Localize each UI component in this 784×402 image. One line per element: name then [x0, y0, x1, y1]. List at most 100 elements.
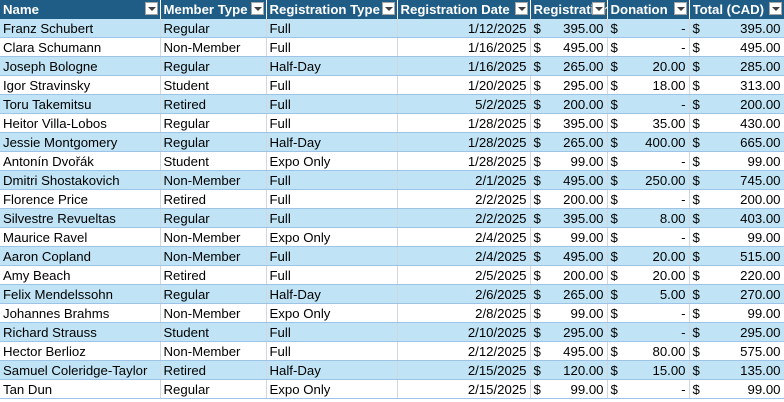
cell-registration-date[interactable]: 5/2/2025 [397, 94, 531, 114]
cell-registration-date[interactable]: 2/1/2025 [397, 170, 531, 190]
header-member-type[interactable]: Member Type [160, 0, 267, 19]
cell-donation[interactable]: $20.00 [607, 56, 690, 76]
cell-name[interactable]: Igor Stravinsky [0, 75, 161, 95]
cell-name[interactable]: Toru Takemitsu [0, 94, 161, 114]
cell-registration-type[interactable]: Half-Day [266, 284, 398, 304]
cell-name[interactable]: Clara Schumann [0, 37, 161, 57]
cell-donation[interactable]: $400.00 [607, 132, 690, 152]
cell-donation[interactable]: $250.00 [607, 170, 690, 190]
cell-donation[interactable]: $ - [607, 19, 690, 38]
cell-registration-date[interactable]: 1/20/2025 [397, 75, 531, 95]
cell-name[interactable]: Maurice Ravel [0, 227, 161, 247]
cell-donation[interactable]: $80.00 [607, 341, 690, 361]
header-name[interactable]: Name [0, 0, 161, 19]
cell-registration-date[interactable]: 1/12/2025 [397, 19, 531, 38]
cell-registration-date[interactable]: 2/15/2025 [397, 379, 531, 399]
cell-registration-type[interactable]: Full [266, 113, 398, 133]
filter-dropdown-icon[interactable] [514, 2, 528, 15]
cell-registration-fee[interactable]: $200.00 [530, 265, 608, 285]
cell-total[interactable]: $220.00 [689, 265, 784, 285]
cell-donation[interactable]: $ - [607, 189, 690, 209]
filter-dropdown-icon[interactable] [673, 2, 687, 15]
cell-member-type[interactable]: Non-Member [160, 303, 267, 323]
cell-member-type[interactable]: Regular [160, 284, 267, 304]
filter-dropdown-icon[interactable] [144, 2, 158, 15]
cell-registration-fee[interactable]: $495.00 [530, 170, 608, 190]
cell-registration-fee[interactable]: $295.00 [530, 322, 608, 342]
cell-registration-type[interactable]: Full [266, 37, 398, 57]
cell-donation[interactable]: $8.00 [607, 208, 690, 228]
cell-donation[interactable]: $ - [607, 94, 690, 114]
cell-registration-type[interactable]: Expo Only [266, 303, 398, 323]
cell-name[interactable]: Amy Beach [0, 265, 161, 285]
cell-name[interactable]: Jessie Montgomery [0, 132, 161, 152]
cell-registration-fee[interactable]: $495.00 [530, 246, 608, 266]
cell-registration-fee[interactable]: $265.00 [530, 132, 608, 152]
cell-registration-date[interactable]: 1/16/2025 [397, 56, 531, 76]
cell-registration-fee[interactable]: $395.00 [530, 19, 608, 38]
cell-total[interactable]: $99.00 [689, 151, 784, 171]
cell-total[interactable]: $313.00 [689, 75, 784, 95]
cell-registration-type[interactable]: Full [266, 265, 398, 285]
cell-registration-date[interactable]: 2/10/2025 [397, 322, 531, 342]
cell-donation[interactable]: $35.00 [607, 113, 690, 133]
cell-total[interactable]: $200.00 [689, 94, 784, 114]
cell-member-type[interactable]: Retired [160, 94, 267, 114]
cell-registration-fee[interactable]: $495.00 [530, 37, 608, 57]
cell-name[interactable]: Aaron Copland [0, 246, 161, 266]
cell-registration-type[interactable]: Half-Day [266, 132, 398, 152]
filter-dropdown-icon[interactable] [250, 2, 264, 15]
cell-name[interactable]: Tan Dun [0, 379, 161, 399]
cell-member-type[interactable]: Regular [160, 208, 267, 228]
cell-registration-fee[interactable]: $200.00 [530, 189, 608, 209]
cell-registration-date[interactable]: 2/5/2025 [397, 265, 531, 285]
cell-registration-date[interactable]: 1/16/2025 [397, 37, 531, 57]
filter-dropdown-icon[interactable] [591, 2, 605, 15]
cell-registration-type[interactable]: Expo Only [266, 151, 398, 171]
cell-member-type[interactable]: Regular [160, 19, 267, 38]
cell-registration-type[interactable]: Full [266, 341, 398, 361]
cell-registration-date[interactable]: 1/28/2025 [397, 113, 531, 133]
cell-name[interactable]: Johannes Brahms [0, 303, 161, 323]
cell-registration-fee[interactable]: $295.00 [530, 75, 608, 95]
cell-donation[interactable]: $ - [607, 322, 690, 342]
header-donation[interactable]: Donation [607, 0, 690, 19]
cell-donation[interactable]: $ - [607, 303, 690, 323]
cell-name[interactable]: Silvestre Revueltas [0, 208, 161, 228]
cell-registration-date[interactable]: 2/8/2025 [397, 303, 531, 323]
cell-member-type[interactable]: Non-Member [160, 227, 267, 247]
cell-registration-fee[interactable]: $265.00 [530, 56, 608, 76]
cell-registration-date[interactable]: 2/15/2025 [397, 360, 531, 380]
header-total[interactable]: Total (CAD) [689, 0, 784, 19]
cell-name[interactable]: Hector Berlioz [0, 341, 161, 361]
header-registration-date[interactable]: Registration Date [397, 0, 531, 19]
cell-name[interactable]: Joseph Bologne [0, 56, 161, 76]
cell-registration-fee[interactable]: $495.00 [530, 341, 608, 361]
cell-registration-fee[interactable]: $99.00 [530, 151, 608, 171]
cell-donation[interactable]: $ - [607, 379, 690, 399]
cell-registration-type[interactable]: Expo Only [266, 379, 398, 399]
cell-member-type[interactable]: Regular [160, 132, 267, 152]
cell-registration-type[interactable]: Full [266, 170, 398, 190]
cell-donation[interactable]: $ - [607, 37, 690, 57]
cell-registration-fee[interactable]: $200.00 [530, 94, 608, 114]
cell-member-type[interactable]: Non-Member [160, 246, 267, 266]
cell-registration-fee[interactable]: $120.00 [530, 360, 608, 380]
filter-dropdown-icon[interactable] [381, 2, 395, 15]
cell-registration-type[interactable]: Full [266, 94, 398, 114]
cell-donation[interactable]: $18.00 [607, 75, 690, 95]
cell-registration-date[interactable]: 2/12/2025 [397, 341, 531, 361]
cell-donation[interactable]: $5.00 [607, 284, 690, 304]
cell-registration-fee[interactable]: $99.00 [530, 379, 608, 399]
cell-donation[interactable]: $ - [607, 227, 690, 247]
cell-member-type[interactable]: Student [160, 322, 267, 342]
cell-donation[interactable]: $15.00 [607, 360, 690, 380]
cell-member-type[interactable]: Non-Member [160, 37, 267, 57]
header-registration-type[interactable]: Registration Type [266, 0, 398, 19]
cell-registration-date[interactable]: 2/2/2025 [397, 208, 531, 228]
cell-registration-type[interactable]: Half-Day [266, 56, 398, 76]
cell-name[interactable]: Florence Price [0, 189, 161, 209]
filter-dropdown-icon[interactable] [768, 2, 782, 15]
cell-donation[interactable]: $20.00 [607, 246, 690, 266]
cell-name[interactable]: Felix Mendelssohn [0, 284, 161, 304]
